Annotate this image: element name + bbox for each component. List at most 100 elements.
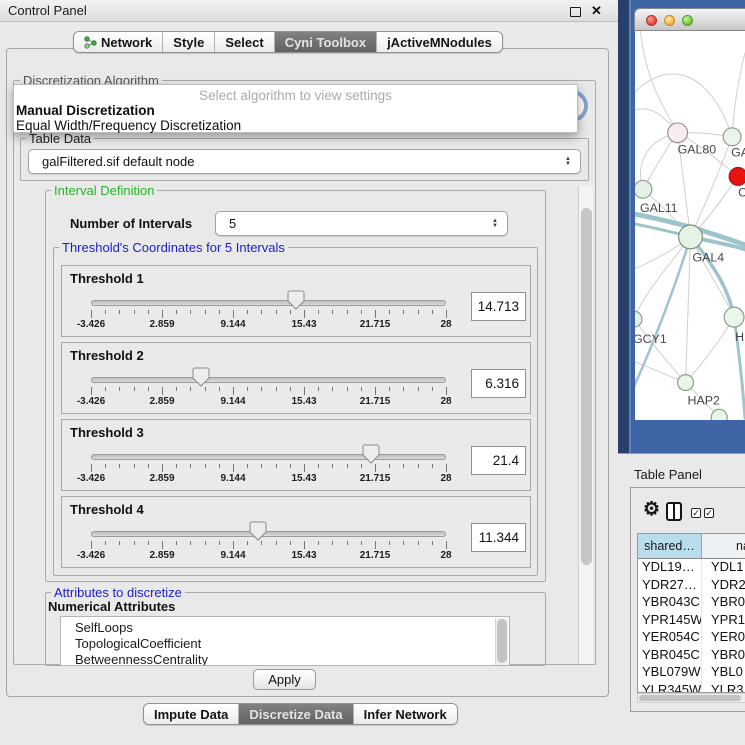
cell-name[interactable]: YER0 [702, 629, 745, 647]
scrollbar-thumb[interactable] [581, 208, 592, 565]
threshold-value-field[interactable]: 14.713 [471, 292, 526, 321]
network-edge[interactable] [686, 237, 691, 383]
cell-shared-name[interactable]: YLR345W [638, 682, 702, 694]
columns-icon[interactable] [666, 502, 682, 521]
stepper-arrows-icon: ▲▼ [492, 219, 498, 229]
threshold-slider-track[interactable] [91, 454, 446, 460]
threshold-slider-thumb[interactable] [249, 521, 267, 541]
threshold-value-field[interactable]: 6.316 [471, 369, 526, 398]
apply-button[interactable]: Apply [253, 669, 316, 690]
cell-shared-name[interactable]: YDL19… [638, 559, 702, 577]
table-row[interactable]: YBL079WYBL0 [638, 664, 745, 682]
tab-discretize-data[interactable]: Discretize Data [239, 704, 353, 724]
cell-shared-name[interactable]: YER054C [638, 629, 702, 647]
minimize-traffic-light-icon[interactable] [664, 15, 675, 26]
network-edge[interactable] [640, 31, 678, 133]
horizontal-scrollbar[interactable] [637, 693, 745, 703]
cell-name[interactable]: YPR1 [702, 612, 745, 630]
tab-select[interactable]: Select [215, 32, 274, 52]
threshold-slider-track[interactable] [91, 300, 446, 306]
tab-infer-network[interactable]: Infer Network [354, 704, 457, 724]
GAL11-node[interactable] [635, 180, 652, 198]
network-graph[interactable]: GAL80GACGAL11GAL4GCY1HHAP2 [635, 31, 745, 420]
tick-label: 28 [440, 319, 451, 330]
network-node-label: GAL11 [640, 201, 678, 215]
cell-shared-name[interactable]: YDR27… [638, 577, 702, 595]
cell-name[interactable]: YDR2 [702, 577, 745, 595]
network-edge[interactable] [686, 317, 735, 382]
float-window-icon[interactable] [570, 7, 581, 17]
checkbox-icon[interactable]: ✓ [704, 508, 714, 518]
tab-network[interactable]: Network [74, 32, 163, 52]
network-node-label: HAP2 [688, 393, 720, 407]
threshold-slider-track[interactable] [91, 377, 446, 383]
node-attribute-table[interactable]: shared… na YDL19…YDL1YDR27…YDR2YBR043CYB… [637, 533, 745, 693]
cell-name[interactable]: YDL1 [702, 559, 745, 577]
tab-cyni-toolbox[interactable]: Cyni Toolbox [275, 32, 377, 52]
cell-name[interactable]: YLR3 [702, 682, 745, 694]
close-icon[interactable]: ✕ [591, 3, 602, 19]
attributes-scrollbar[interactable] [495, 618, 508, 665]
gear-icon[interactable]: ⚙ [643, 498, 660, 521]
table-row[interactable]: YER054CYER0 [638, 629, 745, 647]
number-of-intervals-combobox[interactable]: 5 ▲▼ [215, 211, 508, 236]
node[interactable] [724, 307, 744, 327]
node[interactable] [711, 409, 727, 420]
threshold-panel: Threshold 1 -3.4262.8599.14415.4321.7152… [61, 265, 531, 337]
application-window: Control Panel ✕ Network Style Select Cyn… [0, 0, 745, 745]
cell-name[interactable]: YBR0 [702, 594, 745, 612]
selected-node[interactable] [729, 168, 745, 186]
threshold-slider-thumb[interactable] [287, 290, 305, 310]
HAP2-node[interactable] [678, 375, 694, 391]
table-row[interactable]: YPR145WYPR1 [638, 612, 745, 630]
vertical-scrollbar[interactable] [578, 186, 593, 664]
GAL4-node[interactable] [679, 225, 703, 249]
table-row[interactable]: YDR27…YDR2 [638, 577, 745, 595]
numerical-attributes-list[interactable]: SelfLoopsTopologicalCoefficientBetweenne… [60, 616, 510, 666]
stepper-arrows-icon: ▲▼ [565, 157, 571, 167]
table-row[interactable]: YBR045CYBR0 [638, 647, 745, 665]
slider-ticks [91, 387, 446, 396]
threshold-slider-track[interactable] [91, 531, 446, 537]
popup-option-manual-discretization[interactable]: Manual Discretization [16, 103, 576, 118]
cell-name[interactable]: YBL0 [702, 664, 745, 682]
network-edge[interactable] [732, 53, 745, 137]
zoom-traffic-light-icon[interactable] [682, 15, 693, 26]
table-data-combobox[interactable]: galFiltered.sif default node ▲▼ [28, 149, 581, 174]
network-edge[interactable] [635, 319, 686, 382]
threshold-title: Threshold 1 [70, 271, 144, 286]
tab-impute-data[interactable]: Impute Data [144, 704, 239, 724]
scrollbar-thumb[interactable] [639, 695, 741, 701]
threshold-value-field[interactable]: 11.344 [471, 523, 526, 552]
network-window-titlebar[interactable] [634, 8, 745, 31]
attribute-item[interactable]: SelfLoops [75, 620, 133, 636]
column-header-name[interactable]: na [702, 534, 745, 558]
popup-option-equal-width-frequency[interactable]: Equal Width/Frequency Discretization [16, 118, 576, 133]
threshold-slider-thumb[interactable] [192, 367, 210, 387]
network-edge-highlighted[interactable] [635, 237, 690, 395]
threshold-value-field[interactable]: 21.4 [471, 446, 526, 475]
cell-shared-name[interactable]: YPR145W [638, 612, 702, 630]
cell-shared-name[interactable]: YBR043C [638, 594, 702, 612]
tab-style[interactable]: Style [163, 32, 215, 52]
column-header-shared[interactable]: shared… [638, 534, 702, 558]
desktop-edge-highlight [629, 0, 631, 453]
network-edge[interactable] [635, 237, 690, 319]
table-row[interactable]: YBR043CYBR0 [638, 594, 745, 612]
table-row[interactable]: YLR345WYLR3 [638, 682, 745, 694]
table-row[interactable]: YDL19…YDL1 [638, 559, 745, 577]
cell-shared-name[interactable]: YBR045C [638, 647, 702, 665]
GCY1-node[interactable] [635, 311, 642, 327]
checkbox-icon[interactable]: ✓ [691, 508, 701, 518]
network-canvas[interactable]: GAL80GACGAL11GAL4GCY1HHAP2 [635, 31, 745, 420]
attribute-item[interactable]: BetweennessCentrality [75, 652, 208, 666]
node[interactable] [723, 128, 741, 146]
GAL80-node[interactable] [668, 123, 688, 143]
cell-shared-name[interactable]: YBL079W [638, 664, 702, 682]
attribute-item[interactable]: TopologicalCoefficient [75, 636, 201, 652]
tab-jactivemnodules[interactable]: jActiveMNodules [377, 32, 502, 52]
close-traffic-light-icon[interactable] [646, 15, 657, 26]
network-edge[interactable] [690, 237, 734, 317]
threshold-slider-thumb[interactable] [362, 444, 380, 464]
cell-name[interactable]: YBR0 [702, 647, 745, 665]
